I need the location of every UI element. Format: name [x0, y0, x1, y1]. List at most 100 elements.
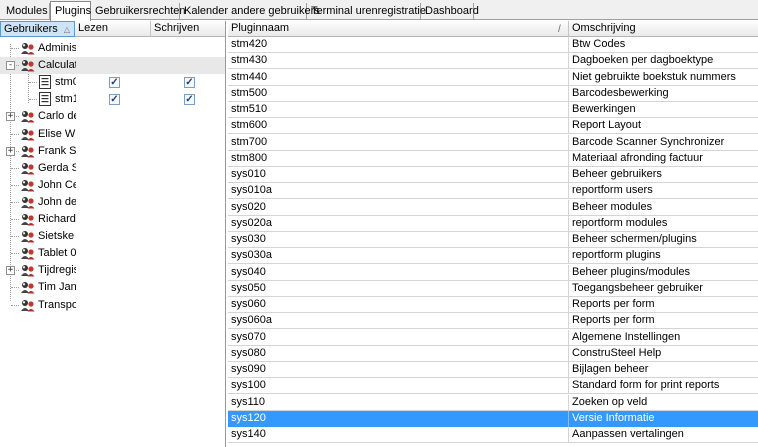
tree-guide-line — [11, 219, 19, 220]
table-row[interactable]: sys100 Standard form for print reports — [228, 378, 758, 395]
tree-plugin-label: stm1 — [55, 93, 76, 106]
plugin-description-cell: Barcodesbewerking — [572, 86, 669, 99]
plugin-description-cell: Barcode Scanner Synchronizer — [572, 135, 725, 148]
table-row[interactable]: stm600 Report Layout — [228, 118, 758, 135]
tree-user-row[interactable]: Transpor — [0, 297, 225, 314]
users-icon — [20, 145, 36, 158]
table-row[interactable]: stm700 Barcode Scanner Synchronizer — [228, 134, 758, 151]
users-icon — [20, 110, 36, 123]
column-header-gebruikers[interactable]: Gebruikers △ — [0, 21, 75, 37]
sort-up-icon: △ — [63, 25, 70, 34]
plugin-name-cell: sys010 — [228, 167, 569, 183]
tab-gebruikersrechten[interactable]: Gebruikersrechten — [91, 3, 186, 20]
table-row[interactable]: sys040 Beheer plugins/modules — [228, 264, 758, 281]
table-row[interactable]: sys060 Reports per form — [228, 297, 758, 313]
tree-user-row[interactable]: + Carlo de — [0, 108, 225, 125]
table-row[interactable]: stm420 Btw Codes — [228, 37, 758, 53]
tree-plugin-label: stm0 — [55, 76, 76, 89]
plugin-name-cell: sys020a — [228, 215, 569, 232]
table-row[interactable]: sys010a reportform users — [228, 183, 758, 200]
users-icon — [20, 59, 36, 72]
plugin-name-cell: stm440 — [228, 69, 569, 86]
tree-user-row[interactable]: Elise Will — [0, 126, 225, 143]
tab-bar: Modules Plugins Gebruikersrechten Kalender … — [0, 0, 758, 21]
tab-kalender-andere-gebruikers[interactable]: Kalender andere gebruikers — [180, 3, 320, 20]
checkbox-lezen[interactable]: ✓ — [109, 94, 120, 106]
table-row[interactable]: sys060a Reports per form — [228, 313, 758, 330]
tree-user-row[interactable]: John de I — [0, 194, 225, 211]
tree-user-row[interactable]: + Tijdregist — [0, 262, 225, 279]
plugin-description-cell: Standard form for print reports — [572, 379, 720, 392]
table-row[interactable]: stm510 Bewerkingen — [228, 102, 758, 118]
plugin-description-cell: Beheer gebruikers — [572, 168, 662, 180]
table-row[interactable]: sys090 Bijlagen beheer — [228, 362, 758, 378]
column-header-pluginnaam[interactable]: Pluginnaam / — [228, 21, 569, 37]
plugin-name-cell: sys090 — [228, 362, 569, 378]
tree-user-label: Frank Sm — [38, 144, 76, 157]
table-row[interactable]: stm800 Materiaal afronding factuur — [228, 150, 758, 167]
column-header-label: Schrijven — [154, 22, 200, 34]
tree-user-label: Calculato — [38, 59, 76, 72]
tree-user-label: Sietske R — [38, 230, 76, 243]
tree-user-row[interactable]: Sietske R — [0, 228, 225, 245]
plugin-description-cell: Beheer modules — [572, 200, 653, 213]
tree-user-row[interactable]: - Calculato — [0, 57, 225, 75]
sort-indicator-icon: / — [558, 24, 561, 35]
table-row[interactable]: sys120 Versie Informatie — [228, 410, 758, 427]
tab-dashboard[interactable]: Dashboard — [421, 3, 479, 20]
users-icon — [20, 128, 36, 141]
table-row[interactable]: stm440 Niet gebruikte boekstuk nummers — [228, 69, 758, 86]
tree-guide-line — [29, 99, 37, 101]
plugin-name-cell: stm420 — [228, 37, 569, 53]
tree-user-row[interactable]: Tablet 0: — [0, 245, 225, 262]
plugin-name-cell: stm600 — [228, 118, 569, 135]
tree-user-row[interactable]: Tim Jans — [0, 279, 225, 296]
plugin-description-cell: Report Layout — [572, 119, 642, 132]
column-header-schrijven[interactable]: Schrijven — [151, 21, 225, 37]
plugin-name-cell: sys030 — [228, 232, 569, 248]
tab-modules[interactable]: Modules — [2, 3, 50, 20]
column-header-label: Lezen — [78, 22, 108, 34]
plugin-description-cell: Aanpassen vertalingen — [572, 428, 684, 440]
table-row[interactable]: sys030a reportform plugins — [228, 248, 758, 265]
checkbox-schrijven[interactable]: ✓ — [184, 77, 195, 89]
tree-user-row[interactable]: Administ — [0, 40, 225, 57]
table-row[interactable]: sys110 Zoeken op veld — [228, 394, 758, 411]
table-row[interactable]: sys080 ConstruSteel Help — [228, 345, 758, 362]
users-icon — [20, 179, 36, 192]
tree-user-row[interactable]: Richard t — [0, 211, 225, 228]
tab-terminal-urenregistratie[interactable]: Terminal urenregistratie — [307, 3, 426, 20]
table-row[interactable]: sys140 Aanpassen vertalingen — [228, 427, 758, 443]
table-row[interactable]: sys070 Algemene Instellingen — [228, 329, 758, 346]
tab-plugins[interactable]: Plugins — [50, 1, 91, 21]
tree-user-row[interactable]: + Frank Sm — [0, 143, 225, 160]
table-row[interactable]: stm430 Dagboeken per dagboektype — [228, 53, 758, 70]
expand-icon[interactable]: + — [6, 266, 15, 276]
plugin-name-cell: sys110 — [228, 394, 569, 411]
tree-plugin-row[interactable]: stm0 ✓ ✓ — [0, 74, 225, 91]
tree-user-row[interactable]: Gerda Sa — [0, 160, 225, 177]
tree-user-label: Tim Jans — [38, 281, 76, 294]
table-row[interactable]: sys010 Beheer gebruikers — [228, 167, 758, 183]
plugin-description-cell: Versie Informatie — [572, 411, 655, 424]
plugin-name-cell: sys060a — [228, 313, 569, 330]
collapse-icon[interactable]: - — [6, 61, 15, 71]
users-icon — [20, 247, 36, 260]
expand-icon[interactable]: + — [6, 146, 15, 156]
column-header-lezen[interactable]: Lezen — [75, 21, 151, 37]
plugin-description-cell: reportform modules — [572, 216, 668, 229]
column-header-omschrijving[interactable]: Omschrijving — [569, 21, 758, 37]
table-row[interactable]: sys020 Beheer modules — [228, 199, 758, 216]
plugin-description-cell: Bijlagen beheer — [572, 363, 649, 375]
tree-guide-line — [11, 236, 19, 238]
table-row[interactable]: sys050 Toegangsbeheer gebruiker — [228, 280, 758, 297]
checkbox-schrijven[interactable]: ✓ — [184, 94, 195, 106]
tree-user-row[interactable]: John Cer — [0, 177, 225, 194]
users-tree-panel: Gebruikers △ Lezen Schrijven Administ - Ca… — [0, 21, 226, 447]
checkbox-lezen[interactable]: ✓ — [109, 77, 120, 89]
tree-plugin-row[interactable]: stm1 ✓ ✓ — [0, 91, 225, 108]
table-row[interactable]: stm500 Barcodesbewerking — [228, 85, 758, 102]
expand-icon[interactable]: + — [6, 112, 15, 122]
table-row[interactable]: sys020a reportform modules — [228, 215, 758, 232]
table-row[interactable]: sys030 Beheer schermen/plugins — [228, 232, 758, 248]
